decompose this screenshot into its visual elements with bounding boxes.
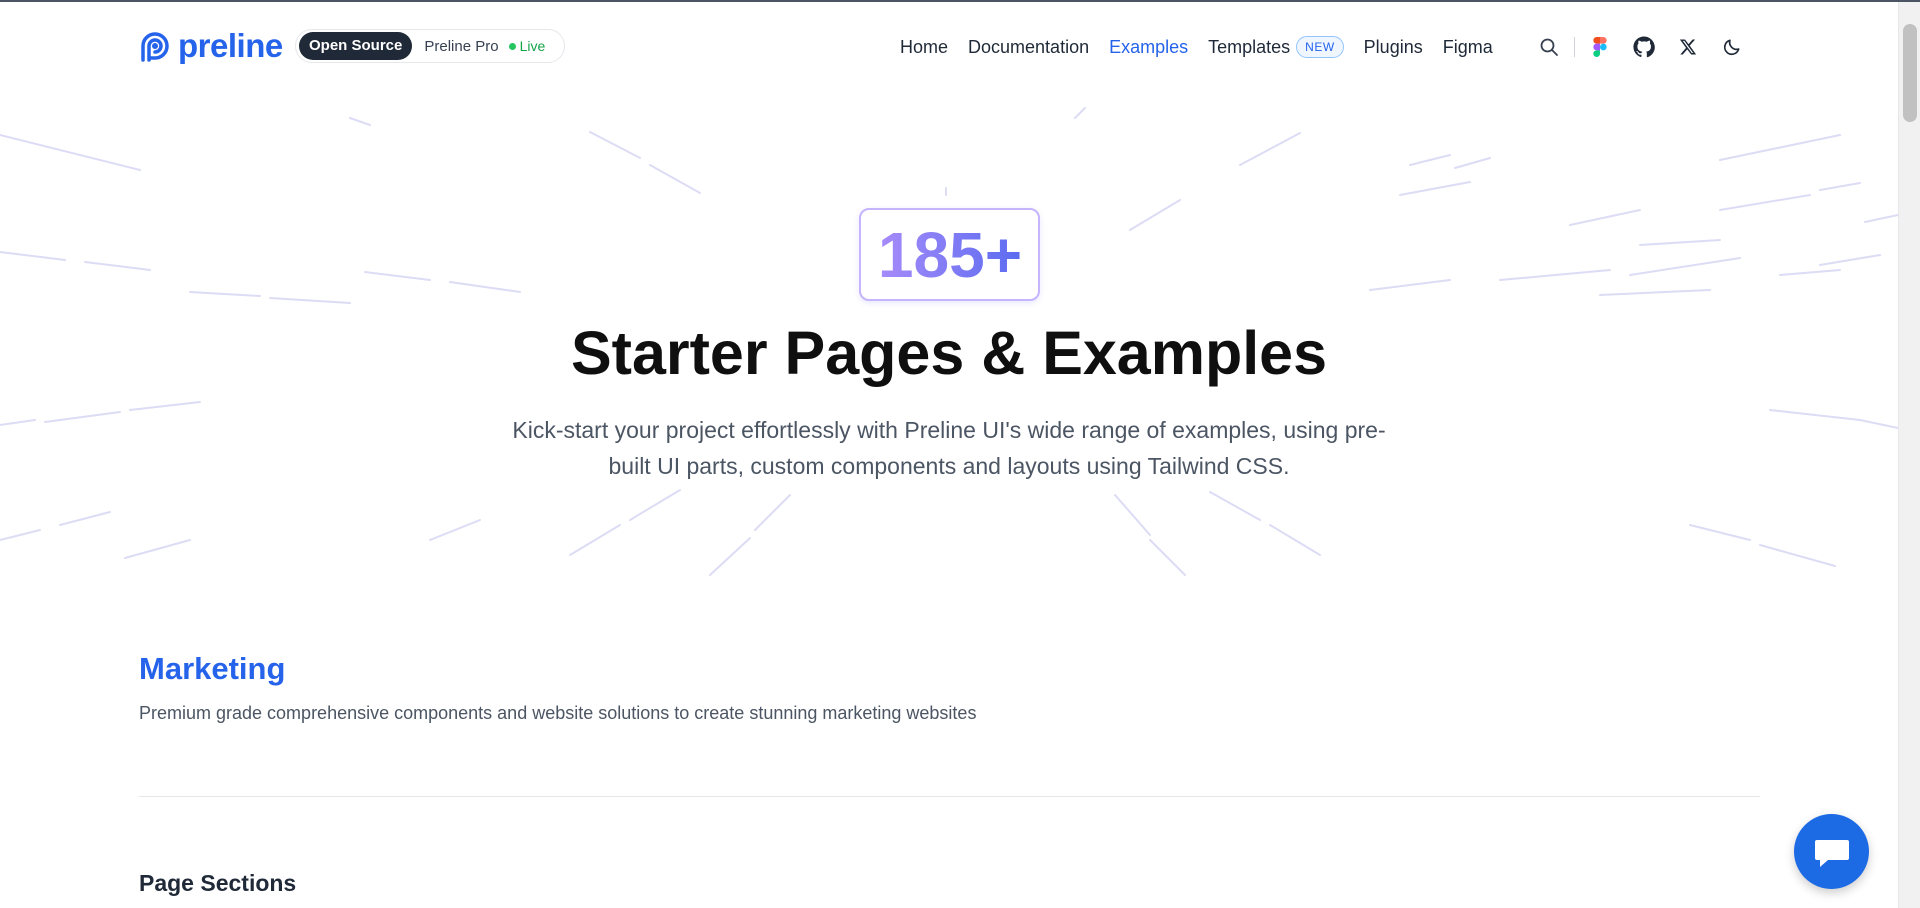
marketing-title: Marketing bbox=[139, 651, 286, 686]
preline-logo[interactable]: preline bbox=[138, 28, 283, 64]
scrollbar-thumb[interactable] bbox=[1903, 24, 1917, 122]
logo-text: preline bbox=[178, 27, 283, 64]
live-label: Live bbox=[519, 38, 546, 54]
nav-home[interactable]: Home bbox=[900, 32, 948, 62]
search-icon[interactable] bbox=[1534, 32, 1564, 62]
nav-documentation[interactable]: Documentation bbox=[968, 32, 1089, 62]
nav-templates-label: Templates bbox=[1208, 37, 1291, 57]
github-icon[interactable] bbox=[1629, 32, 1659, 62]
moon-icon[interactable] bbox=[1717, 32, 1747, 62]
site-header: preline Open Source Preline Pro Live Hom… bbox=[0, 2, 1898, 90]
live-status: Live bbox=[508, 38, 546, 54]
chat-icon bbox=[1814, 839, 1849, 867]
examples-counter-box: 185+ bbox=[859, 208, 1040, 301]
nav-plugins[interactable]: Plugins bbox=[1364, 32, 1423, 62]
version-pill: Open Source Preline Pro Live bbox=[295, 29, 565, 63]
section-divider bbox=[139, 796, 1760, 797]
chat-button[interactable] bbox=[1794, 814, 1869, 889]
counter-text: 185+ bbox=[877, 219, 1021, 291]
nav-icon-group bbox=[1534, 32, 1747, 62]
nav-figma[interactable]: Figma bbox=[1443, 32, 1493, 62]
preline-logo-icon bbox=[138, 29, 172, 63]
marketing-description: Premium grade comprehensive components a… bbox=[139, 703, 977, 723]
x-twitter-icon[interactable] bbox=[1673, 32, 1703, 62]
nav-examples[interactable]: Examples bbox=[1109, 32, 1188, 62]
live-dot-icon bbox=[508, 42, 516, 50]
preline-pro-link[interactable]: Preline Pro bbox=[424, 38, 498, 55]
open-source-badge[interactable]: Open Source bbox=[299, 32, 413, 60]
figma-icon[interactable] bbox=[1585, 32, 1615, 62]
main-nav: Home Documentation Examples Templates NE… bbox=[900, 32, 1513, 62]
icon-divider bbox=[1574, 37, 1575, 57]
nav-templates[interactable]: Templates NEW bbox=[1208, 32, 1344, 62]
hero-title: Starter Pages & Examples bbox=[570, 319, 1328, 387]
page-sections-title: Page Sections bbox=[139, 870, 297, 896]
new-badge: NEW bbox=[1296, 36, 1344, 58]
counter-gradient-text: 185+ bbox=[877, 219, 1021, 291]
page-scrollbar[interactable] bbox=[1898, 2, 1920, 908]
hero-subtitle: Kick-start your project effortlessly wit… bbox=[512, 417, 1386, 479]
